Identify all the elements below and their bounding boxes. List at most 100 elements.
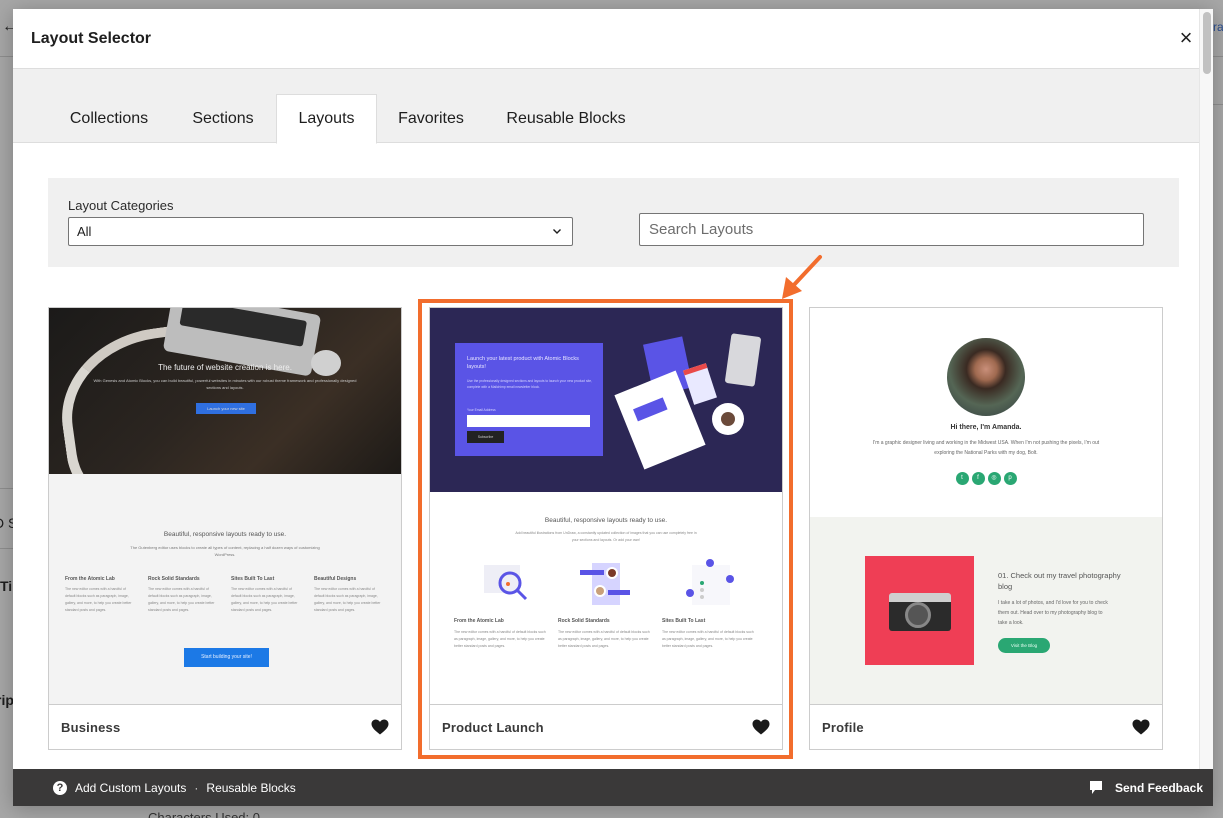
preview-section-text: I take a lot of photos, and I'd love for…	[998, 600, 1108, 626]
preview-column: Rock Solid Standards The new editor come…	[148, 576, 218, 614]
preview-column-title: From the Atomic Lab	[454, 618, 504, 624]
social-icons: t f ◎ p	[810, 472, 1162, 485]
preview-heading: Beautiful, responsive layouts ready to u…	[163, 531, 287, 538]
preview-column-text: The new editor comes with a handful of d…	[231, 587, 298, 612]
close-button[interactable]: ×	[1175, 27, 1197, 49]
preview-section: 01. Check out my travel photography blog…	[810, 517, 1162, 704]
preview-column-title: Sites Built To Last	[662, 618, 706, 624]
background-fragment: rip	[0, 692, 14, 708]
preview-column-text: The new editor comes with a handful of d…	[558, 630, 650, 648]
preview-column: Beautiful Designs The new editor comes w…	[314, 576, 384, 614]
layout-categories-label: Layout Categories	[68, 198, 174, 213]
speech-bubble-icon	[1089, 781, 1102, 794]
preview-hero-title: Launch your latest product with Atomic B…	[467, 356, 579, 370]
preview-hero-subtitle: With Genesis and Atomic Blocks, you can …	[93, 378, 357, 390]
background-fragment: Ti	[0, 578, 13, 594]
preview-column-title: Rock Solid Standards	[558, 618, 610, 624]
preview-paragraph: Add beautiful illustrations from UnDraw,…	[515, 531, 697, 542]
layout-card-profile[interactable]: Hi there, I'm Amanda. I'm a graphic desi…	[809, 307, 1163, 750]
preview-visit-blog-button: Visit the Blog	[998, 638, 1050, 653]
footer-separator: ·	[194, 780, 199, 795]
preview-cta-button: Start building your site!	[184, 648, 269, 667]
background-right-fragment: ra	[1213, 20, 1223, 34]
tabs-bar: Collections Sections Layouts Favorites R…	[13, 69, 1213, 144]
send-feedback-button[interactable]: Send Feedback	[1089, 780, 1203, 795]
preview-column-title: Rock Solid Standards	[148, 576, 200, 582]
tab-favorites[interactable]: Favorites	[384, 94, 478, 143]
illustration-swatches	[683, 363, 717, 405]
reusable-blocks-link[interactable]: Reusable Blocks	[206, 781, 295, 795]
preview-column-text: The new editor comes with a handful of d…	[662, 630, 754, 648]
users-illustration-icon	[686, 559, 734, 605]
card-footer: Profile	[810, 705, 1162, 749]
layout-name: Business	[61, 719, 121, 735]
search-layouts-input[interactable]	[639, 213, 1144, 246]
preview-column-title: Beautiful Designs	[314, 576, 357, 582]
preview-column: From the Atomic Lab The new editor comes…	[454, 618, 549, 650]
camera-photo	[865, 556, 974, 665]
preview-column-title: Sites Built To Last	[231, 576, 275, 582]
avatar	[947, 338, 1025, 416]
background-divider	[1213, 56, 1223, 57]
preview-section-title: 01. Check out my travel photography blog	[998, 571, 1121, 591]
arrow-annotation-icon	[782, 255, 822, 299]
preview-body: Beautiful, responsive layouts ready to u…	[430, 492, 782, 704]
modal-header: Layout Selector ×	[13, 9, 1213, 69]
add-custom-layouts-link[interactable]: Add Custom Layouts	[75, 781, 186, 795]
preview-column: Rock Solid Standards The new editor come…	[558, 618, 653, 650]
preview-paragraph: I'm a graphic designer living and workin…	[872, 440, 1100, 456]
tab-reusable-blocks[interactable]: Reusable Blocks	[491, 94, 641, 143]
layout-preview-profile: Hi there, I'm Amanda. I'm a graphic desi…	[810, 308, 1162, 705]
preview-subscribe-button: Subscribe	[467, 431, 504, 443]
layout-preview-business: The future of website creation is here. …	[49, 308, 401, 705]
camera-icon	[889, 593, 951, 631]
preview-signup-box: Launch your latest product with Atomic B…	[455, 343, 603, 456]
filter-panel: Layout Categories All	[48, 178, 1179, 267]
preview-paragraph: The Gutenberg editor uses blocks to crea…	[130, 545, 320, 557]
preview-hero-title: The future of website creation is here.	[158, 363, 292, 372]
send-feedback-label: Send Feedback	[1114, 780, 1203, 795]
layout-categories-value: All	[77, 224, 92, 239]
preview-column-title: From the Atomic Lab	[65, 576, 115, 582]
preview-column: From the Atomic Lab The new editor comes…	[65, 576, 135, 614]
modal-footer: ? Add Custom Layouts · Reusable Blocks S…	[13, 769, 1213, 806]
heart-icon[interactable]	[1132, 719, 1150, 735]
layout-card-business[interactable]: The future of website creation is here. …	[48, 307, 402, 750]
preview-hero: Hi there, I'm Amanda. I'm a graphic desi…	[810, 308, 1162, 517]
preview-body: Beautiful, responsive layouts ready to u…	[49, 474, 401, 704]
preview-column: Sites Built To Last The new editor comes…	[662, 618, 757, 650]
help-icon[interactable]: ?	[53, 780, 67, 795]
preview-email-label: Your Email Address	[467, 408, 496, 412]
preview-hero-button: Launch your new site	[196, 403, 256, 414]
preview-column-text: The new editor comes with a handful of d…	[148, 587, 215, 612]
heart-icon[interactable]	[371, 719, 389, 735]
tab-sections[interactable]: Sections	[176, 94, 270, 143]
pinterest-icon: p	[1003, 472, 1017, 485]
background-characters-used: Characters Used: 0	[148, 810, 260, 818]
preview-column-text: The new editor comes with a handful of d…	[314, 587, 381, 612]
heart-icon[interactable]	[752, 719, 770, 735]
background-divider	[0, 548, 13, 549]
preview-heading: Hi there, I'm Amanda.	[950, 424, 1022, 431]
twitter-icon: t	[955, 472, 969, 485]
scrollbar-thumb[interactable]	[1203, 12, 1211, 74]
tab-collections[interactable]: Collections	[55, 94, 163, 143]
layout-categories-select[interactable]: All	[68, 217, 573, 246]
chevron-down-icon	[553, 229, 561, 234]
preview-email-input	[467, 415, 590, 427]
preview-hero: Launch your latest product with Atomic B…	[430, 308, 782, 492]
layout-preview-product-launch: Launch your latest product with Atomic B…	[430, 308, 782, 705]
modal-scrollbar[interactable]	[1199, 9, 1213, 769]
background-divider	[0, 488, 13, 489]
facebook-icon: f	[971, 472, 985, 485]
footer-links: ? Add Custom Layouts · Reusable Blocks	[53, 780, 296, 795]
preview-column: Sites Built To Last The new editor comes…	[231, 576, 301, 614]
layout-selector-modal: Layout Selector × Collections Sections L…	[13, 9, 1213, 806]
background-divider	[0, 56, 13, 57]
magnifier-illustration-icon	[484, 565, 528, 601]
card-footer: Product Launch	[430, 705, 782, 749]
layout-card-product-launch[interactable]: Launch your latest product with Atomic B…	[429, 307, 783, 750]
preview-heading: Beautiful, responsive layouts ready to u…	[544, 517, 668, 524]
modal-title: Layout Selector	[31, 29, 152, 47]
tab-layouts[interactable]: Layouts	[276, 94, 377, 144]
